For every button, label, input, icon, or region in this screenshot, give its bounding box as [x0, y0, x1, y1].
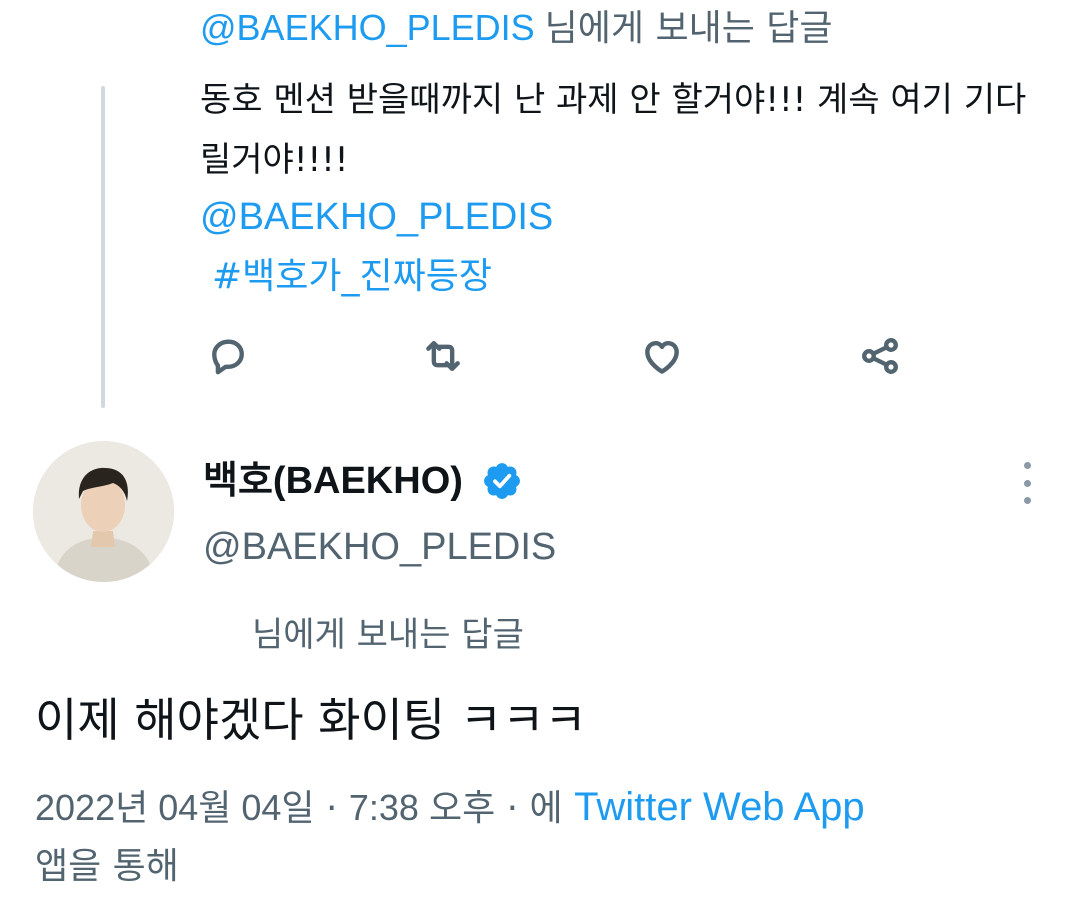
parent-tweet-mention[interactable]: @BAEKHO_PLEDIS: [200, 195, 553, 239]
share-icon[interactable]: [856, 332, 904, 380]
tweet-metadata: 2022년 04월 04일 · 7:38 오후 · 에 Twitter Web …: [35, 778, 1045, 896]
main-reply-to-suffix: 님에게 보내는 답글: [252, 615, 524, 655]
tweet-time[interactable]: 7:38 오후: [349, 787, 495, 828]
more-options-icon[interactable]: [1012, 462, 1042, 504]
meta-separator: ·: [326, 788, 349, 829]
parent-tweet-hashtag[interactable]: #백호가_진짜등장: [212, 255, 492, 299]
avatar[interactable]: [33, 441, 174, 582]
author-display-name[interactable]: 백호(BAEKHO): [203, 456, 463, 506]
verified-badge-icon: [481, 460, 523, 502]
tweet-date[interactable]: 2022년 04월 04일: [35, 787, 315, 828]
source-prefix: 에: [529, 788, 563, 829]
reply-icon[interactable]: [204, 332, 252, 380]
parent-reply-to-suffix: 님에게 보내는 답글: [544, 8, 833, 49]
author-handle[interactable]: @BAEKHO_PLEDIS: [203, 522, 556, 572]
main-tweet-text: 이제 해야겠다 화이팅 ㅋㅋㅋ: [35, 693, 587, 747]
thread-connector-line: [101, 86, 105, 408]
tweet-source-link[interactable]: Twitter Web App: [574, 785, 865, 829]
parent-tweet-text: 동호 멘션 받을때까지 난 과제 안 할거야!!! 계속 여기 기다릴거야!!!…: [200, 80, 1027, 180]
like-icon[interactable]: [638, 332, 686, 380]
source-suffix: 앱을 통해: [35, 846, 179, 887]
parent-tweet-actions: [200, 332, 920, 382]
parent-reply-to-handle[interactable]: @BAEKHO_PLEDIS: [200, 7, 535, 48]
meta-separator: ·: [506, 788, 530, 829]
retweet-icon[interactable]: [419, 332, 467, 380]
author-display-name-row[interactable]: 백호(BAEKHO): [203, 456, 523, 506]
parent-reply-to: @BAEKHO_PLEDIS 님에게 보내는 답글: [200, 8, 833, 49]
